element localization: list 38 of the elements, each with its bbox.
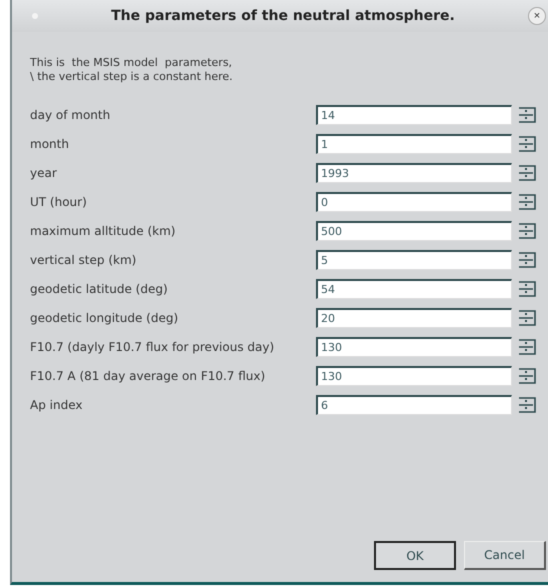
number-field[interactable]: 1993 [316,163,512,183]
dialog-button[interactable]: OK [374,541,456,570]
field-label: F10.7 A (81 day average on F10.7 flux) [29,369,266,383]
spinner-icon[interactable] [516,222,536,240]
description-text: This is the MSIS model parameters, \ the vertical step is a constant here. [29,55,234,84]
spinner-icon[interactable] [516,164,536,182]
field-label: maximum alltitude (km) [29,224,176,238]
field-label: F10.7 (dayly F10.7 flux for previous day) [29,340,276,354]
spinner-icon[interactable] [516,135,536,153]
number-field[interactable]: 500 [316,221,512,241]
number-field[interactable]: 5 [316,250,512,270]
dialog-button[interactable]: Cancel [464,541,546,570]
number-field[interactable]: 20 [316,308,512,328]
field-label: Ap index [29,398,84,412]
field-label: UT (hour) [29,195,88,209]
number-field[interactable]: 54 [316,279,512,299]
field-label: geodetic longitude (deg) [29,311,180,325]
number-field[interactable]: 6 [316,395,512,415]
spinner-icon[interactable] [516,367,536,385]
spinner-icon[interactable] [516,106,536,124]
spinner-icon[interactable] [516,251,536,269]
spinner-icon[interactable] [516,309,536,327]
number-field[interactable]: 14 [316,105,512,125]
spinner-icon[interactable] [516,396,536,414]
close-button[interactable]: × [528,7,546,25]
number-field[interactable]: 130 [316,366,512,386]
number-field[interactable]: 0 [316,192,512,212]
number-field[interactable]: 130 [316,337,512,357]
field-label: year [29,166,58,180]
window-title: The parameters of the neutral atmosphere. [110,8,456,24]
spinner-icon[interactable] [516,280,536,298]
field-label: geodetic latitude (deg) [29,282,169,296]
field-label: day of month [29,108,112,122]
spinner-icon[interactable] [516,338,536,356]
number-field[interactable]: 1 [316,134,512,154]
field-label: vertical step (km) [29,253,138,267]
spinner-icon[interactable] [516,193,536,211]
field-label: month [29,137,70,151]
